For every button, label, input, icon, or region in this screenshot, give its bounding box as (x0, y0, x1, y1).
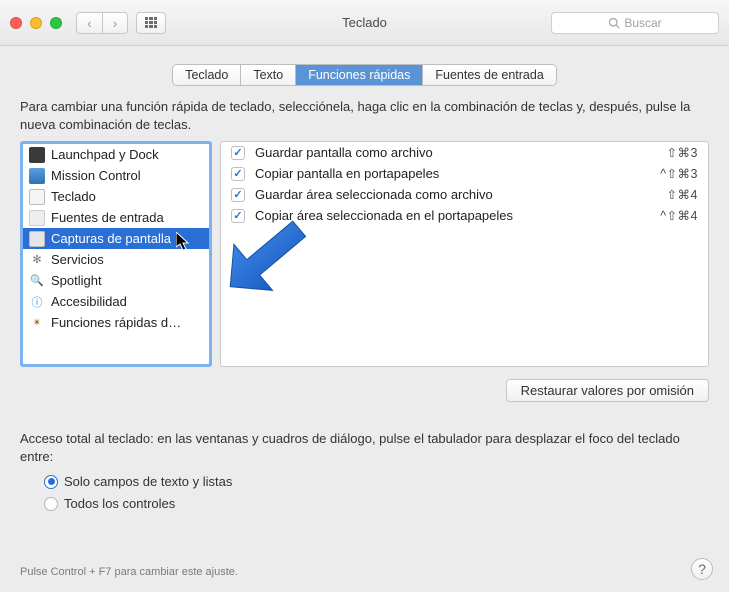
keyboard-icon (29, 189, 45, 205)
full-keyboard-access: Acceso total al teclado: en las ventanas… (20, 430, 709, 514)
category-fuentes-de-entrada[interactable]: Fuentes de entrada (23, 207, 209, 228)
shortcut-label: Guardar pantalla como archivo (255, 145, 657, 160)
category-launchpad[interactable]: Launchpad y Dock (23, 144, 209, 165)
shortcut-row[interactable]: Guardar área seleccionada como archivo ⇧… (221, 184, 708, 205)
access-text: Acceso total al teclado: en las ventanas… (20, 430, 709, 465)
category-label: Mission Control (51, 168, 141, 183)
forward-button[interactable]: › (102, 12, 128, 34)
category-label: Accesibilidad (51, 294, 127, 309)
tab-label: Fuentes de entrada (435, 68, 543, 82)
shortcut-row[interactable]: Copiar área seleccionada en el portapape… (221, 205, 708, 226)
tab-texto[interactable]: Texto (241, 65, 296, 85)
radio-label: Todos los controles (64, 495, 175, 513)
shortcut-list[interactable]: Guardar pantalla como archivo ⇧⌘3 Copiar… (220, 141, 709, 367)
search-placeholder: Buscar (624, 16, 661, 30)
grid-icon (145, 17, 157, 29)
checkbox[interactable] (231, 209, 245, 223)
tab-bar: Teclado Texto Funciones rápidas Fuentes … (0, 64, 729, 86)
category-teclado[interactable]: Teclado (23, 186, 209, 207)
shortcut-row[interactable]: Guardar pantalla como archivo ⇧⌘3 (221, 142, 708, 163)
category-accesibilidad[interactable]: ⓘ Accesibilidad (23, 291, 209, 312)
radio-label: Solo campos de texto y listas (64, 473, 232, 491)
tab-fuentes-de-entrada[interactable]: Fuentes de entrada (423, 65, 555, 85)
tab-label: Funciones rápidas (308, 68, 410, 82)
category-label: Fuentes de entrada (51, 210, 164, 225)
checkbox[interactable] (231, 146, 245, 160)
tab-label: Texto (253, 68, 283, 82)
category-label: Servicios (51, 252, 104, 267)
accessibility-icon: ⓘ (29, 294, 45, 310)
mission-control-icon (29, 168, 45, 184)
shortcut-keys[interactable]: ^⇧⌘4 (660, 208, 698, 223)
app-shortcuts-icon: ✴ (29, 315, 45, 331)
checkbox[interactable] (231, 188, 245, 202)
tab-funciones-rapidas[interactable]: Funciones rápidas (296, 65, 423, 85)
help-button[interactable]: ? (691, 558, 713, 580)
radio-button[interactable] (44, 497, 58, 511)
shortcut-label: Copiar pantalla en portapapeles (255, 166, 650, 181)
category-servicios[interactable]: ✻ Servicios (23, 249, 209, 270)
shortcut-label: Copiar área seleccionada en el portapape… (255, 208, 650, 223)
tab-teclado[interactable]: Teclado (173, 65, 241, 85)
zoom-window-button[interactable] (50, 17, 62, 29)
close-window-button[interactable] (10, 17, 22, 29)
radio-button[interactable] (44, 475, 58, 489)
restore-row: Restaurar valores por omisión (20, 379, 709, 402)
minimize-window-button[interactable] (30, 17, 42, 29)
shortcut-label: Guardar área seleccionada como archivo (255, 187, 657, 202)
category-label: Funciones rápidas d… (51, 315, 181, 330)
search-icon (608, 17, 620, 29)
titlebar: ‹ › Teclado Buscar (0, 0, 729, 46)
category-spotlight[interactable]: 🔍 Spotlight (23, 270, 209, 291)
nav-buttons: ‹ › (76, 12, 128, 34)
launchpad-icon (29, 147, 45, 163)
radio-all-controls[interactable]: Todos los controles (44, 493, 709, 515)
restore-defaults-button[interactable]: Restaurar valores por omisión (506, 379, 709, 402)
category-mission-control[interactable]: Mission Control (23, 165, 209, 186)
radio-text-lists[interactable]: Solo campos de texto y listas (44, 471, 709, 493)
show-all-button[interactable] (136, 12, 166, 34)
screenshot-icon (29, 231, 45, 247)
shortcut-keys[interactable]: ⇧⌘3 (667, 145, 698, 160)
gear-icon: ✻ (29, 252, 45, 268)
window-controls (10, 17, 62, 29)
intro-text: Para cambiar una función rápida de tecla… (20, 98, 709, 133)
input-sources-icon (29, 210, 45, 226)
spotlight-icon: 🔍 (29, 273, 45, 289)
panes: Launchpad y Dock Mission Control Teclado… (20, 141, 709, 367)
footnote: Pulse Control + F7 para cambiar este aju… (20, 566, 238, 578)
category-list[interactable]: Launchpad y Dock Mission Control Teclado… (20, 141, 212, 367)
search-input[interactable]: Buscar (551, 12, 719, 34)
tab-label: Teclado (185, 68, 228, 82)
back-button[interactable]: ‹ (76, 12, 102, 34)
shortcut-row[interactable]: Copiar pantalla en portapapeles ^⇧⌘3 (221, 163, 708, 184)
shortcut-keys[interactable]: ^⇧⌘3 (660, 166, 698, 181)
category-label: Spotlight (51, 273, 102, 288)
shortcut-keys[interactable]: ⇧⌘4 (667, 187, 698, 202)
category-label: Capturas de pantalla (51, 231, 171, 246)
category-label: Launchpad y Dock (51, 147, 159, 162)
content-area: Para cambiar una función rápida de tecla… (0, 86, 729, 514)
category-capturas-de-pantalla[interactable]: Capturas de pantalla (23, 228, 209, 249)
category-funciones-rapidas-de-app[interactable]: ✴ Funciones rápidas d… (23, 312, 209, 333)
checkbox[interactable] (231, 167, 245, 181)
category-label: Teclado (51, 189, 96, 204)
